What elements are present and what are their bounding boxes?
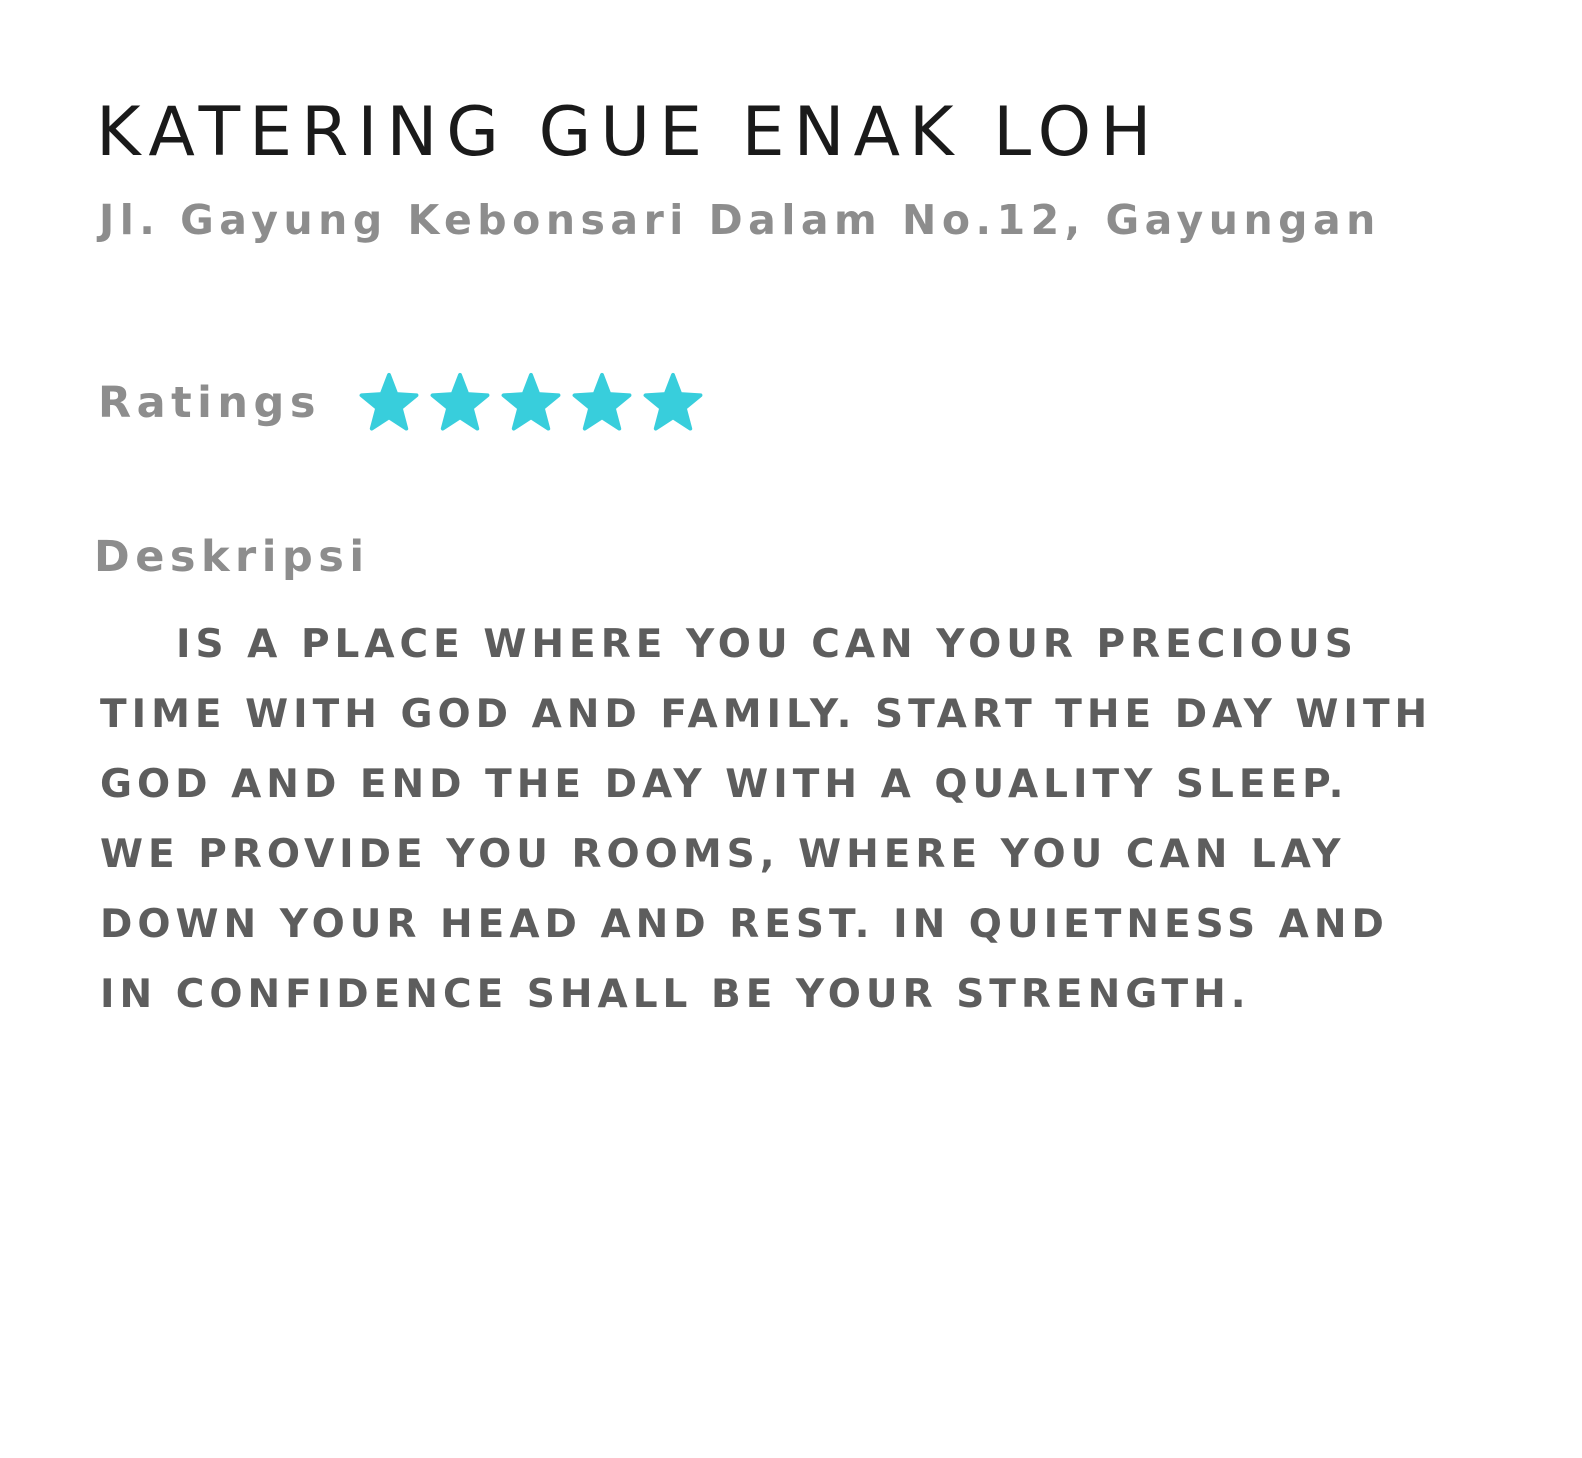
star-icon <box>359 372 419 431</box>
catering-address: Jl. Gayung Kebonsari Dalam No.12, Gayung… <box>99 196 1381 244</box>
star-rating <box>357 371 705 435</box>
star-icon <box>501 372 561 431</box>
star-icon <box>643 372 703 431</box>
ratings-label: Ratings <box>98 377 321 428</box>
description-label: Deskripsi <box>94 532 370 582</box>
star-icon <box>572 372 632 431</box>
catering-name: KATERING GUE ENAK LOH <box>96 93 1161 172</box>
star-icon <box>430 372 490 431</box>
description-text: IS A PLACE WHERE YOU CAN YOUR PRECIOUS T… <box>100 622 1433 1017</box>
ratings-row: Ratings <box>98 370 705 436</box>
